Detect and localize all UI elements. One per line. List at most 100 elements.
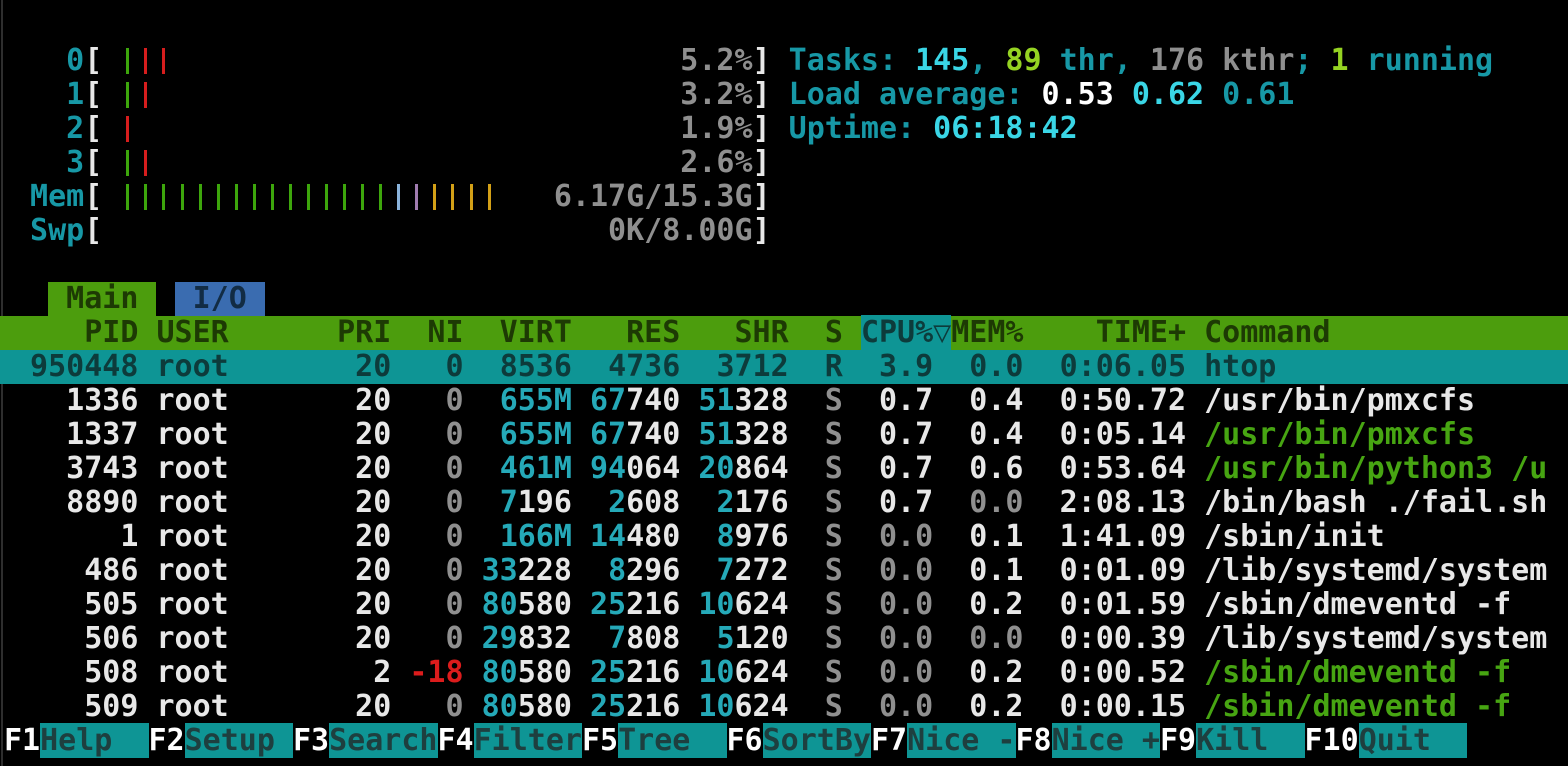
fn-action-nice+[interactable]: Nice + bbox=[1052, 723, 1160, 758]
fn-key-f1[interactable]: F1 bbox=[4, 723, 40, 758]
column-header-time[interactable]: TIME+ bbox=[1024, 315, 1205, 350]
meter-close-bracket: ] bbox=[753, 145, 771, 180]
cell-mem: 0.0 bbox=[951, 621, 1023, 656]
cell-state: S bbox=[789, 587, 861, 622]
fn-action-filter[interactable]: Filter bbox=[474, 723, 582, 758]
column-header-mem[interactable]: MEM% bbox=[951, 315, 1023, 350]
meter-open-bracket: [ bbox=[84, 43, 102, 78]
fn-key-f5[interactable]: F5 bbox=[582, 723, 618, 758]
meter-bar-green bbox=[325, 184, 328, 210]
cell-res: 608 bbox=[626, 485, 680, 520]
column-header-pri[interactable]: PRI bbox=[337, 315, 409, 350]
cell-command: htop bbox=[1204, 349, 1276, 384]
fn-action-sortby[interactable]: SortBy bbox=[763, 723, 871, 758]
fn-action-help[interactable]: Help bbox=[40, 723, 148, 758]
column-header-state[interactable]: S bbox=[825, 315, 861, 350]
process-row[interactable]: 1337 root 20 0 655M 67740 51328 S 0.7 0.… bbox=[12, 418, 1568, 452]
cell-res: 67 bbox=[590, 417, 626, 452]
fn-key-f10[interactable]: F10 bbox=[1305, 723, 1359, 758]
cell-res: 4736 bbox=[608, 349, 680, 384]
process-row[interactable]: 1336 root 20 0 655M 67740 51328 S 0.7 0.… bbox=[12, 384, 1568, 418]
cell-pri: 20 bbox=[337, 485, 409, 520]
stats-segment: Uptime: bbox=[789, 111, 934, 146]
meter-bar-yellow bbox=[470, 184, 473, 210]
fn-key-f4[interactable]: F4 bbox=[438, 723, 474, 758]
meter-close-bracket: ] bbox=[753, 111, 771, 146]
column-header-cpu[interactable]: CPU%▽ bbox=[861, 315, 951, 350]
fn-key-f7[interactable]: F7 bbox=[871, 723, 907, 758]
process-row[interactable]: 950448 root 20 0 8536 4736 3712 R 3.9 0.… bbox=[0, 350, 1568, 384]
process-row[interactable]: 8890 root 20 0 7196 2608 2176 S 0.7 0.0 … bbox=[12, 486, 1568, 520]
column-header-shr[interactable]: SHR bbox=[698, 315, 824, 350]
stats-segment: running bbox=[1349, 43, 1494, 78]
cell-ni: 0 bbox=[409, 519, 481, 554]
cell-mem: 0.6 bbox=[951, 451, 1023, 486]
column-header-virt[interactable]: VIRT bbox=[482, 315, 590, 350]
cell-mem: 0.4 bbox=[951, 383, 1023, 418]
column-header-ni[interactable]: NI bbox=[409, 315, 481, 350]
cell-state: S bbox=[789, 519, 861, 554]
tab-main[interactable]: Main bbox=[48, 282, 156, 316]
cell-state: S bbox=[789, 485, 861, 520]
cell-command: /sbin/dmeventd -f bbox=[1204, 587, 1511, 622]
fn-action-nice-[interactable]: Nice - bbox=[907, 723, 1015, 758]
cell-mem: 0.2 bbox=[951, 689, 1023, 724]
cpu-2-meter-body: 1.9% bbox=[102, 112, 752, 146]
cell-res: 064 bbox=[626, 451, 680, 486]
meter-bar-green bbox=[162, 184, 165, 210]
cell-shr: 7 bbox=[716, 553, 734, 588]
process-row[interactable]: 505 root 20 0 80580 25216 10624 S 0.0 0.… bbox=[12, 588, 1568, 622]
column-header-user[interactable]: USER bbox=[157, 315, 338, 350]
cell-virt: 80 bbox=[482, 655, 518, 690]
meter-bar-green bbox=[235, 184, 238, 210]
terminal-content: 0[5.2%]Tasks: 145, 89 thr, 176 kthr; 1 r… bbox=[0, 0, 1568, 758]
cpu-0-meter: 0[5.2%]Tasks: 145, 89 thr, 176 kthr; 1 r… bbox=[12, 44, 1568, 78]
tab-io[interactable]: I/O bbox=[175, 282, 265, 316]
fn-key-f2[interactable]: F2 bbox=[149, 723, 185, 758]
meter-close-bracket: ] bbox=[753, 43, 771, 78]
fn-key-f8[interactable]: F8 bbox=[1016, 723, 1052, 758]
cell-user: root bbox=[157, 519, 338, 554]
cell-res: 480 bbox=[626, 519, 680, 554]
process-row[interactable]: 509 root 20 0 80580 25216 10624 S 0.0 0.… bbox=[12, 690, 1568, 724]
cell-shr: 10 bbox=[698, 689, 734, 724]
stats-segment: 06:18:42 bbox=[933, 111, 1078, 146]
cell-res: 67 bbox=[590, 383, 626, 418]
fn-action-setup[interactable]: Setup bbox=[185, 723, 293, 758]
meter-bar-green bbox=[217, 184, 220, 210]
process-row[interactable]: 508 root 2 -18 80580 25216 10624 S 0.0 0… bbox=[12, 656, 1568, 690]
fn-action-tree[interactable]: Tree bbox=[618, 723, 726, 758]
column-header-command[interactable]: Command bbox=[1204, 315, 1330, 350]
cell-shr: 976 bbox=[735, 519, 789, 554]
fn-key-f6[interactable]: F6 bbox=[727, 723, 763, 758]
fn-key-f9[interactable]: F9 bbox=[1160, 723, 1196, 758]
cell-pri: 20 bbox=[337, 553, 409, 588]
stats-segment: thr bbox=[1042, 43, 1114, 78]
fn-key-f3[interactable]: F3 bbox=[293, 723, 329, 758]
cell-shr: 10 bbox=[698, 655, 734, 690]
stats-segment: Load average: bbox=[789, 77, 1042, 112]
fn-action-kill[interactable]: Kill bbox=[1196, 723, 1304, 758]
cell-virt: 196 bbox=[518, 485, 572, 520]
process-row[interactable]: 3743 root 20 0 461M 94064 20864 S 0.7 0.… bbox=[12, 452, 1568, 486]
process-row[interactable]: 506 root 20 0 29832 7808 5120 S 0.0 0.0 … bbox=[12, 622, 1568, 656]
cell-shr: 8 bbox=[716, 519, 734, 554]
process-row[interactable]: 1 root 20 0 166M 14480 8976 S 0.0 0.1 1:… bbox=[12, 520, 1568, 554]
cell-mem: 0.1 bbox=[951, 553, 1023, 588]
column-header-pid[interactable]: PID bbox=[12, 315, 157, 350]
cell-shr: 3712 bbox=[716, 349, 788, 384]
cell-cpu: 0.0 bbox=[861, 689, 951, 724]
stats-segment: 0.53 bbox=[1042, 77, 1132, 112]
cell-mem: 0.1 bbox=[951, 519, 1023, 554]
column-header-res[interactable]: RES bbox=[590, 315, 698, 350]
htop-terminal: 0[5.2%]Tasks: 145, 89 thr, 176 kthr; 1 r… bbox=[0, 0, 1568, 766]
cell-command: /bin/bash ./fail.sh bbox=[1204, 485, 1547, 520]
fn-action-quit[interactable]: Quit bbox=[1359, 723, 1467, 758]
fn-action-search[interactable]: Search bbox=[329, 723, 437, 758]
process-row[interactable]: 486 root 20 0 33228 8296 7272 S 0.0 0.1 … bbox=[12, 554, 1568, 588]
cell-pri: 20 bbox=[337, 451, 409, 486]
cell-res: 8 bbox=[608, 553, 626, 588]
cell-user: root bbox=[157, 451, 338, 486]
stats-segment: 1 bbox=[1331, 43, 1349, 78]
cpu-1-meter: 1[3.2%]Load average: 0.53 0.62 0.61 bbox=[12, 78, 1568, 112]
